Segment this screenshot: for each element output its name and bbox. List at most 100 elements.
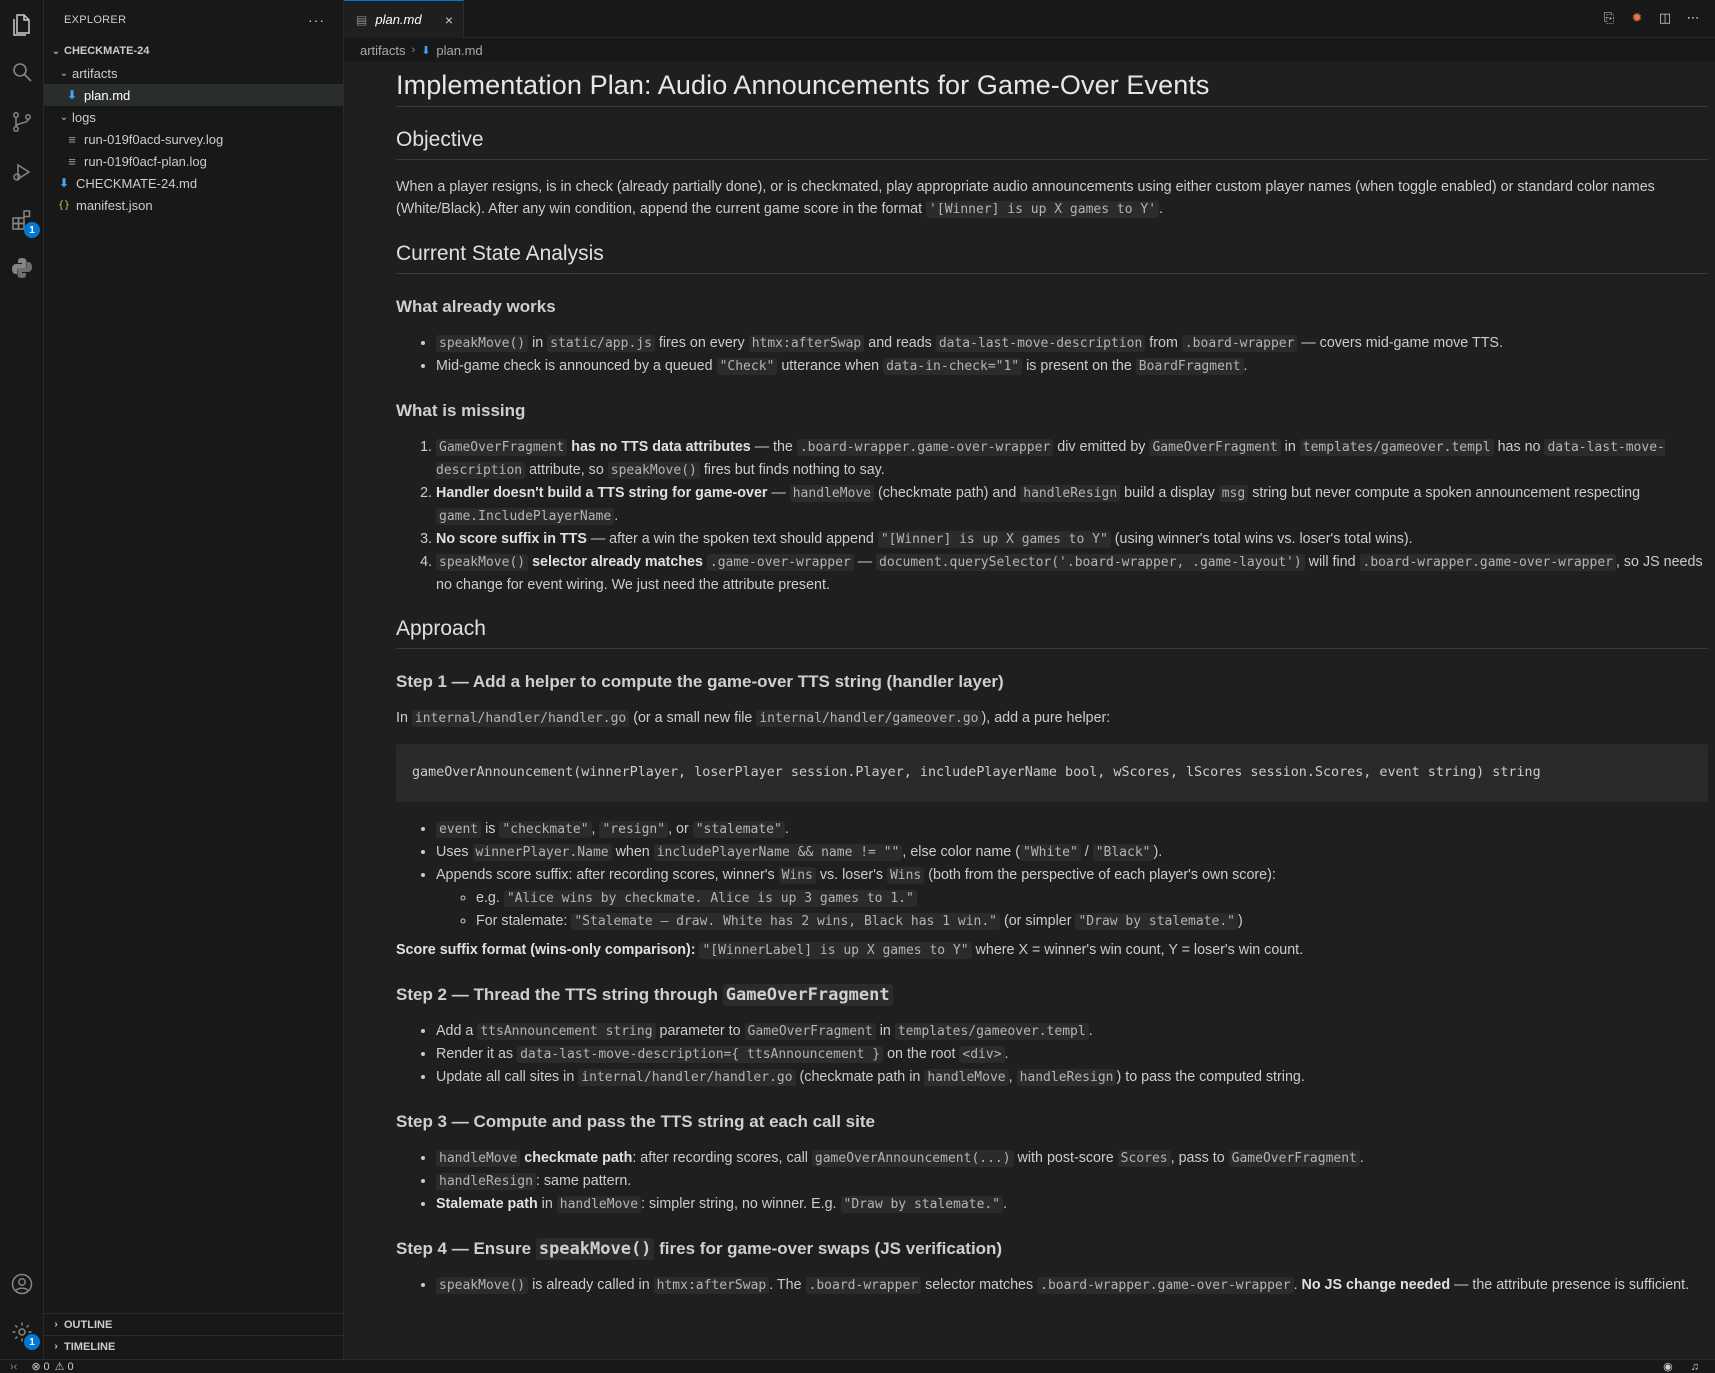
list-item: Handler doesn't build a TTS string for g… — [436, 482, 1708, 528]
list-item: speakMove() is already called in htmx:af… — [436, 1274, 1708, 1297]
extensions-icon[interactable]: 1 — [8, 206, 40, 238]
file-plan-md[interactable]: ⬇ plan.md — [44, 84, 343, 106]
preview-icon: ▤ — [356, 12, 368, 27]
heading-current-state: Current State Analysis — [396, 243, 1708, 274]
list-item: speakMove() selector already matches .ga… — [436, 551, 1708, 596]
folder-root-label: CHECKMATE-24 — [64, 45, 150, 57]
breadcrumb-folder[interactable]: artifacts — [360, 43, 406, 58]
tree-item-label: run-019f0acd-survey.log — [84, 131, 224, 147]
markdown-preview: Implementation Plan: Audio Announcements… — [344, 62, 1715, 1359]
heading-step-2: Step 2 — Thread the TTS string through G… — [396, 984, 1708, 1006]
timeline-label: TIMELINE — [64, 1340, 116, 1353]
list-item: Render it as data-last-move-description=… — [436, 1043, 1708, 1066]
score-suffix-paragraph: Score suffix format (wins-only compariso… — [396, 942, 1304, 959]
list-item: e.g. "Alice wins by checkmate. Alice is … — [476, 887, 1708, 910]
extensions-badge: 1 — [24, 222, 40, 238]
search-icon[interactable] — [8, 58, 36, 86]
copilot-icon[interactable]: ◉ — [1663, 1360, 1673, 1373]
list-item: event is "checkmate", "resign", or "stal… — [436, 818, 1708, 841]
run-debug-icon[interactable] — [8, 158, 36, 186]
markdown-file-icon: ⬇ — [66, 88, 78, 102]
heading-what-works: What already works — [396, 297, 556, 316]
list-item: Uses winnerPlayer.Name when includePlaye… — [436, 841, 1708, 864]
markdown-file-icon: ⬇ — [421, 44, 431, 57]
tree-item-label: plan.md — [84, 87, 131, 103]
tab-plan-md[interactable]: ▤ plan.md × — [344, 0, 464, 38]
breadcrumb-file[interactable]: plan.md — [436, 43, 482, 58]
source-control-icon[interactable] — [8, 108, 36, 136]
file-plan-log[interactable]: ≡ run-019f0acf-plan.log — [44, 150, 343, 172]
works-list: speakMove() in static/app.js fires on ev… — [396, 332, 1708, 378]
folder-root[interactable]: ⌄ CHECKMATE-24 — [44, 40, 343, 62]
step2-list: Add a ttsAnnouncement string parameter t… — [396, 1020, 1708, 1089]
chevron-down-icon: ⌄ — [59, 111, 69, 123]
warning-count[interactable]: 0 — [68, 1361, 74, 1373]
list-item: For stalemate: "Stalemate — draw. White … — [476, 910, 1708, 933]
list-item: handleMove checkmate path: after recordi… — [436, 1147, 1708, 1170]
heading-approach: Approach — [396, 618, 1708, 649]
account-icon[interactable] — [8, 1270, 36, 1298]
error-count[interactable]: 0 — [44, 1361, 50, 1373]
settings-gear-icon[interactable]: 1 — [8, 1318, 40, 1350]
status-bar: ›‹ ⊗ 0 ⚠ 0 ◉ ♫ — [0, 1359, 1715, 1373]
folder-logs[interactable]: ⌄ logs — [44, 106, 343, 128]
tree-item-label: CHECKMATE-24.md — [76, 175, 198, 191]
chevron-right-icon: › — [411, 44, 416, 56]
chevron-right-icon: › — [54, 1341, 58, 1352]
chevron-right-icon: › — [54, 1319, 58, 1330]
list-item: No score suffix in TTS — after a win the… — [436, 528, 1708, 551]
settings-badge: 1 — [24, 1334, 40, 1350]
list-item: speakMove() in static/app.js fires on ev… — [436, 332, 1708, 355]
step3-list: handleMove checkmate path: after recordi… — [396, 1147, 1708, 1216]
file-manifest-json[interactable]: {} manifest.json — [44, 194, 343, 216]
step1-sublist: e.g. "Alice wins by checkmate. Alice is … — [436, 887, 1708, 933]
list-item: Add a ttsAnnouncement string parameter t… — [436, 1020, 1708, 1043]
list-item: Stalemate path in handleMove: simpler st… — [436, 1193, 1708, 1216]
list-item: Mid-game check is announced by a queued … — [436, 355, 1708, 378]
tree-item-label: artifacts — [72, 65, 118, 81]
heading-objective: Objective — [396, 129, 1708, 160]
split-editor-icon[interactable]: ◫ — [1657, 10, 1673, 26]
tree-item-label: run-019f0acf-plan.log — [84, 153, 207, 169]
list-item: Update all call sites in internal/handle… — [436, 1066, 1708, 1089]
explorer-sidebar: EXPLORER ··· ⌄ CHECKMATE-24 ⌄ artifacts … — [44, 0, 344, 1359]
warning-icon[interactable]: ⚠ — [55, 1360, 65, 1373]
explorer-header: EXPLORER ··· — [44, 0, 343, 40]
remote-icon[interactable]: ›‹ — [10, 1361, 17, 1373]
python-icon[interactable] — [8, 254, 36, 282]
tree-item-label: manifest.json — [76, 197, 153, 213]
document: Implementation Plan: Audio Announcements… — [396, 62, 1708, 1313]
missing-list: GameOverFragment has no TTS data attribu… — [396, 436, 1708, 596]
open-source-icon[interactable]: ⎘ — [1601, 10, 1617, 26]
file-checkmate-md[interactable]: ⬇ CHECKMATE-24.md — [44, 172, 343, 194]
timeline-section[interactable]: › TIMELINE — [44, 1335, 344, 1357]
outline-section[interactable]: › OUTLINE — [44, 1313, 344, 1335]
log-file-icon: ≡ — [68, 153, 76, 169]
close-icon[interactable]: × — [445, 12, 453, 28]
chevron-down-icon: ⌄ — [51, 45, 61, 57]
explorer-icon[interactable] — [8, 10, 36, 38]
breadcrumb: artifacts › ⬇ plan.md — [360, 40, 483, 60]
tree-item-label: logs — [72, 109, 96, 125]
step4-list: speakMove() is already called in htmx:af… — [396, 1274, 1708, 1297]
editor-tabs: ▤ plan.md × ⎘ ✹ ◫ ⋯ — [344, 0, 1715, 38]
folder-artifacts[interactable]: ⌄ artifacts — [44, 62, 343, 84]
activity-bar: 1 1 — [0, 0, 44, 1359]
doc-title: Implementation Plan: Audio Announcements… — [396, 62, 1708, 107]
notifications-bell-icon[interactable]: ♫ — [1691, 1361, 1699, 1373]
list-item: handleResign: same pattern. — [436, 1170, 1708, 1193]
more-actions-icon[interactable]: ··· — [308, 12, 325, 28]
spark-icon[interactable]: ✹ — [1629, 10, 1645, 26]
step1-intro: In internal/handler/handler.go (or a sma… — [396, 710, 1111, 727]
heading-step-3: Step 3 — Compute and pass the TTS string… — [396, 1112, 875, 1131]
more-actions-icon[interactable]: ⋯ — [1685, 10, 1701, 26]
heading-what-missing: What is missing — [396, 401, 526, 420]
json-file-icon: {} — [57, 199, 71, 211]
error-icon[interactable]: ⊗ — [31, 1360, 40, 1373]
file-survey-log[interactable]: ≡ run-019f0acd-survey.log — [44, 128, 343, 150]
editor-actions: ⎘ ✹ ◫ ⋯ — [1601, 10, 1701, 26]
heading-step-4: Step 4 — Ensure speakMove() fires for ga… — [396, 1238, 1003, 1260]
list-item: Appends score suffix: after recording sc… — [436, 864, 1708, 933]
explorer-title: EXPLORER — [64, 14, 127, 26]
code-block: gameOverAnnouncement(winnerPlayer, loser… — [396, 744, 1708, 802]
